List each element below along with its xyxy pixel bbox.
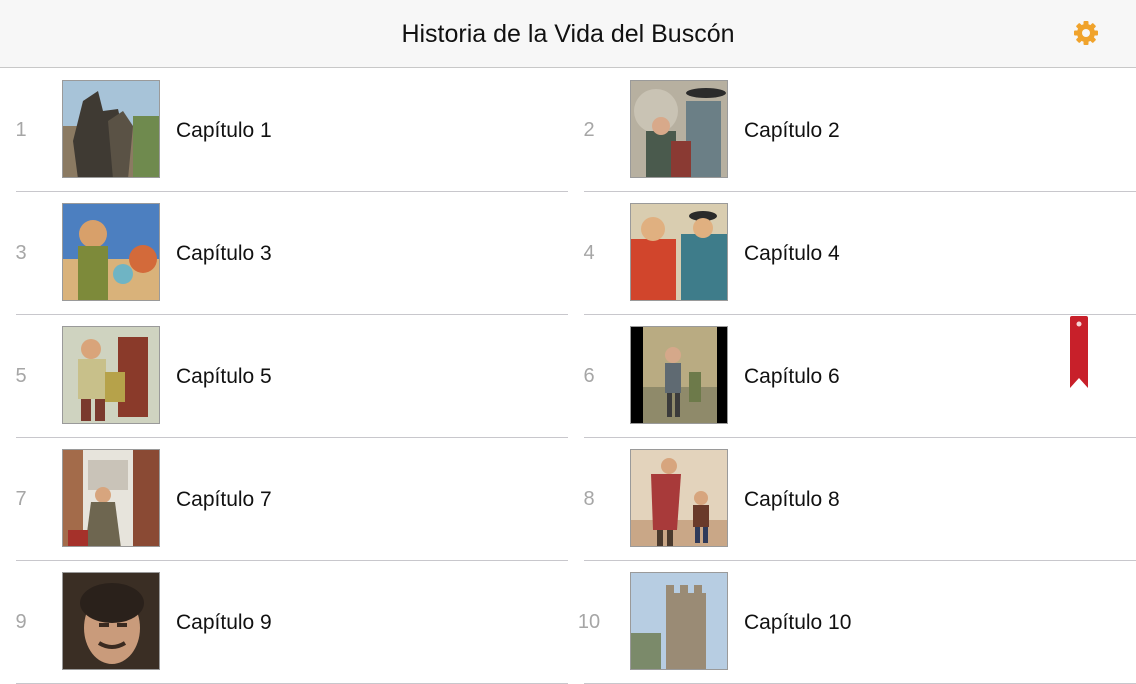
chapter-label: Capítulo 6 [744, 365, 840, 388]
chapter-thumbnail [62, 80, 160, 178]
chapter-thumbnail [630, 203, 728, 301]
chapter-number: 8 [583, 488, 595, 510]
chapter-cell-10[interactable]: 10 Capítulo 10 [568, 561, 1136, 684]
chapter-cell-9[interactable]: 9 Capítulo 9 [0, 561, 568, 684]
chapter-label: Capítulo 9 [176, 611, 272, 634]
chapter-number: 7 [15, 488, 27, 510]
chapter-number: 4 [583, 242, 595, 264]
chapter-number: 9 [15, 611, 27, 633]
chapter-label: Capítulo 10 [744, 611, 852, 634]
chapter-cell-5[interactable]: 5 Capítulo 5 [0, 315, 568, 438]
chapter-cell-2[interactable]: 2 Capítulo 2 [568, 69, 1136, 192]
gear-icon[interactable] [1071, 18, 1101, 48]
chapter-thumbnail [62, 572, 160, 670]
chapter-thumbnail [630, 572, 728, 670]
chapter-thumbnail [630, 449, 728, 547]
chapter-number: 5 [15, 365, 27, 387]
chapter-thumbnail [62, 203, 160, 301]
chapter-label: Capítulo 4 [744, 242, 840, 265]
chapter-label: Capítulo 1 [176, 119, 272, 142]
chapter-number: 1 [15, 119, 27, 141]
chapter-label: Capítulo 8 [744, 488, 840, 511]
chapter-number: 2 [583, 119, 595, 141]
bookmark-icon[interactable] [1069, 316, 1089, 390]
chapter-cell-6[interactable]: 6 Capítulo 6 [568, 315, 1136, 438]
chapter-thumbnail [630, 326, 728, 424]
chapter-cell-4[interactable]: 4 Capítulo 4 [568, 192, 1136, 315]
chapter-cell-8[interactable]: 8 Capítulo 8 [568, 438, 1136, 561]
chapter-cell-1[interactable]: 1 Capítulo 1 [0, 69, 568, 192]
page-title: Historia de la Vida del Buscón [401, 20, 735, 48]
chapter-cell-7[interactable]: 7 Capítulo 7 [0, 438, 568, 561]
chapter-number: 3 [15, 242, 27, 264]
navigation-bar: Historia de la Vida del Buscón [0, 0, 1136, 68]
chapter-label: Capítulo 2 [744, 119, 840, 142]
chapter-thumbnail [62, 449, 160, 547]
chapter-label: Capítulo 5 [176, 365, 272, 388]
chapter-label: Capítulo 3 [176, 242, 272, 265]
chapter-cell-3[interactable]: 3 Capítulo 3 [0, 192, 568, 315]
chapter-number: 10 [577, 611, 601, 633]
chapter-thumbnail [630, 80, 728, 178]
chapter-number: 6 [583, 365, 595, 387]
chapter-label: Capítulo 7 [176, 488, 272, 511]
chapter-thumbnail [62, 326, 160, 424]
